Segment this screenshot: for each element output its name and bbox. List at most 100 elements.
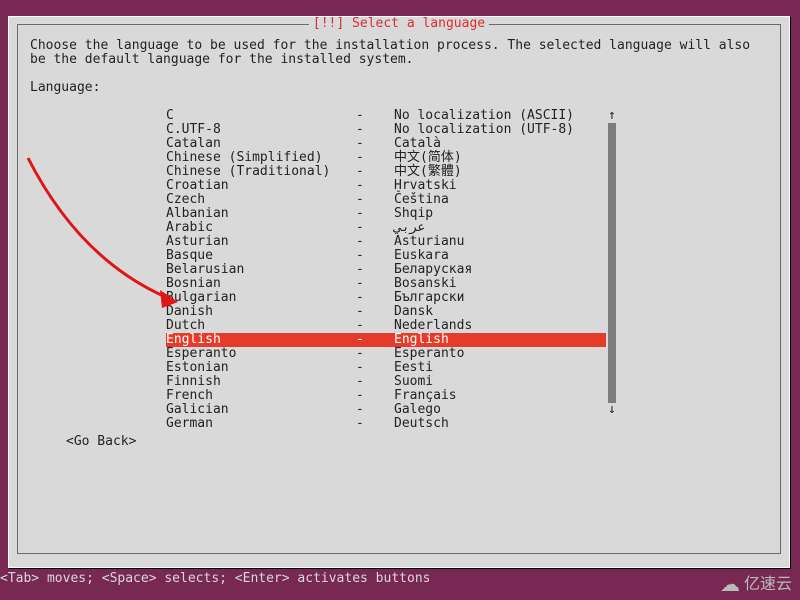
language-option[interactable]: Finnish-Suomi xyxy=(166,375,606,389)
column-separator: - xyxy=(356,235,394,249)
language-name: Belarusian xyxy=(166,263,356,277)
language-name: Arabic xyxy=(166,221,356,235)
language-name: English xyxy=(166,333,356,347)
dialog-instruction: Choose the language to be used for the i… xyxy=(30,39,768,67)
column-separator: - xyxy=(356,375,394,389)
language-native: Galego xyxy=(394,403,606,417)
column-separator: - xyxy=(356,165,394,179)
dialog-content: Choose the language to be used for the i… xyxy=(30,39,768,95)
column-separator: - xyxy=(356,333,394,347)
column-separator: - xyxy=(356,403,394,417)
language-option[interactable]: Croatian-Hrvatski xyxy=(166,179,606,193)
cloud-icon: ☁ xyxy=(720,578,740,592)
language-option[interactable]: German-Deutsch xyxy=(166,417,606,431)
language-native: Беларуская xyxy=(394,263,606,277)
language-list[interactable]: C-No localization (ASCII)C.UTF-8-No loca… xyxy=(166,109,606,431)
language-name: C xyxy=(166,109,356,123)
language-option[interactable]: Galician-Galego xyxy=(166,403,606,417)
language-native: Eesti xyxy=(394,361,606,375)
column-separator: - xyxy=(356,151,394,165)
language-name: Chinese (Simplified) xyxy=(166,151,356,165)
language-option[interactable]: Czech-Čeština xyxy=(166,193,606,207)
language-native: Shqip xyxy=(394,207,606,221)
language-native: Čeština xyxy=(394,193,606,207)
language-native: 中文(繁體) xyxy=(394,165,606,179)
column-separator: - xyxy=(356,347,394,361)
column-separator: - xyxy=(356,221,394,235)
language-native: No localization (ASCII) xyxy=(394,109,606,123)
language-name: Czech xyxy=(166,193,356,207)
language-option[interactable]: French-Français xyxy=(166,389,606,403)
language-name: Galician xyxy=(166,403,356,417)
language-option[interactable]: English-English xyxy=(166,333,606,347)
language-native: Français xyxy=(394,389,606,403)
language-native: English xyxy=(394,333,606,347)
language-option[interactable]: Albanian-Shqip xyxy=(166,207,606,221)
language-native: Esperanto xyxy=(394,347,606,361)
go-back-button[interactable]: <Go Back> xyxy=(66,435,136,449)
language-option[interactable]: Danish-Dansk xyxy=(166,305,606,319)
scrollbar-track[interactable] xyxy=(608,109,616,417)
language-name: Croatian xyxy=(166,179,356,193)
language-option[interactable]: Basque-Euskara xyxy=(166,249,606,263)
language-option[interactable]: C.UTF-8-No localization (UTF-8) xyxy=(166,123,606,137)
column-separator: - xyxy=(356,291,394,305)
language-option[interactable]: Belarusian-Беларуская xyxy=(166,263,606,277)
column-separator: - xyxy=(356,109,394,123)
language-native: Hrvatski xyxy=(394,179,606,193)
language-native: Euskara xyxy=(394,249,606,263)
column-separator: - xyxy=(356,389,394,403)
column-separator: - xyxy=(356,319,394,333)
language-native: Asturianu xyxy=(394,235,606,249)
language-option[interactable]: Chinese (Simplified)-中文(简体) xyxy=(166,151,606,165)
language-option[interactable]: Chinese (Traditional)-中文(繁體) xyxy=(166,165,606,179)
column-separator: - xyxy=(356,137,394,151)
language-field-label: Language: xyxy=(30,81,768,95)
dialog-title: [!!] Select a language xyxy=(309,17,489,31)
column-separator: - xyxy=(356,179,394,193)
language-name: Bosnian xyxy=(166,277,356,291)
language-option[interactable]: C-No localization (ASCII) xyxy=(166,109,606,123)
language-option[interactable]: Bosnian-Bosanski xyxy=(166,277,606,291)
language-name: German xyxy=(166,417,356,431)
watermark-text: 亿速云 xyxy=(744,578,792,592)
language-name: Danish xyxy=(166,305,356,319)
language-native: Suomi xyxy=(394,375,606,389)
language-option[interactable]: Asturian-Asturianu xyxy=(166,235,606,249)
column-separator: - xyxy=(356,123,394,137)
language-option[interactable]: Dutch-Nederlands xyxy=(166,319,606,333)
language-name: Finnish xyxy=(166,375,356,389)
scroll-down-arrow[interactable]: ↓ xyxy=(608,403,616,417)
language-name: Chinese (Traditional) xyxy=(166,165,356,179)
column-separator: - xyxy=(356,277,394,291)
column-separator: - xyxy=(356,361,394,375)
scroll-up-arrow[interactable]: ↑ xyxy=(608,109,616,123)
column-separator: - xyxy=(356,305,394,319)
column-separator: - xyxy=(356,263,394,277)
language-name: Albanian xyxy=(166,207,356,221)
language-option[interactable]: Bulgarian-Български xyxy=(166,291,606,305)
language-native: Català xyxy=(394,137,606,151)
language-native: Български xyxy=(394,291,606,305)
language-option[interactable]: Esperanto-Esperanto xyxy=(166,347,606,361)
column-separator: - xyxy=(356,207,394,221)
language-native: Dansk xyxy=(394,305,606,319)
language-option[interactable]: Estonian-Eesti xyxy=(166,361,606,375)
dialog-border: [!!] Select a language Choose the langua… xyxy=(17,24,781,554)
language-name: Esperanto xyxy=(166,347,356,361)
language-dialog: [!!] Select a language Choose the langua… xyxy=(8,16,790,568)
language-name: Basque xyxy=(166,249,356,263)
footer-hint: <Tab> moves; <Space> selects; <Enter> ac… xyxy=(0,572,430,586)
language-name: Dutch xyxy=(166,319,356,333)
language-name: Asturian xyxy=(166,235,356,249)
watermark: ☁ 亿速云 xyxy=(720,578,792,592)
language-native: Deutsch xyxy=(394,417,606,431)
language-native: Nederlands xyxy=(394,319,606,333)
language-option[interactable]: Arabic-عربي xyxy=(166,221,606,235)
column-separator: - xyxy=(356,249,394,263)
column-separator: - xyxy=(356,193,394,207)
language-name: Bulgarian xyxy=(166,291,356,305)
language-native: 中文(简体) xyxy=(394,151,606,165)
language-name: Estonian xyxy=(166,361,356,375)
language-option[interactable]: Catalan-Català xyxy=(166,137,606,151)
